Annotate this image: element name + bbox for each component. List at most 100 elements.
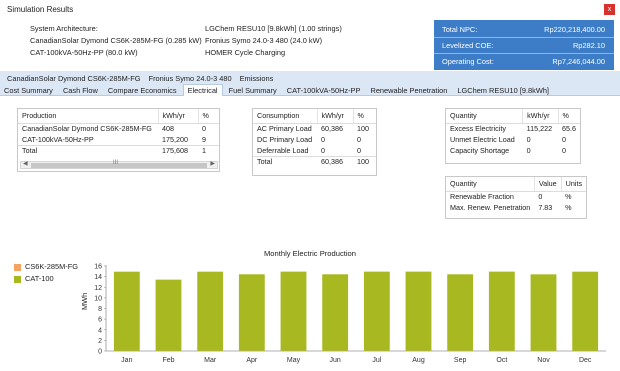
- scroll-right-icon[interactable]: ▶: [210, 160, 215, 167]
- table-row: DC Primary Load 0 0: [253, 134, 376, 145]
- y-tick-label: 8: [98, 306, 102, 313]
- operating-cost-label: Operating Cost:: [442, 57, 494, 66]
- legend-item-cat[interactable]: CAT-100: [14, 274, 78, 286]
- table-cell: 0: [321, 145, 325, 155]
- tab-battery[interactable]: LGChem RESU10 [9.8kWh]: [453, 85, 553, 97]
- tab-compare-economics[interactable]: Compare Economics: [104, 85, 181, 97]
- table-row-total: Total 175,608 1: [18, 144, 219, 156]
- table-cell: Total: [253, 155, 317, 167]
- tab-electrical[interactable]: Electrical: [182, 84, 223, 96]
- y-tick-label: 10: [94, 295, 102, 302]
- y-axis-label: MWh: [80, 292, 89, 310]
- y-tick-label: 4: [98, 327, 102, 334]
- column-header[interactable]: Production: [18, 109, 158, 124]
- table-cell: 100: [357, 124, 369, 134]
- column-header[interactable]: %: [352, 109, 376, 124]
- table-header-row: Quantity Value Units: [446, 177, 587, 192]
- y-tick-label: 12: [94, 285, 102, 292]
- scroll-left-icon[interactable]: ◀: [23, 160, 28, 167]
- table-cell: Max. Renew. Penetration: [450, 203, 531, 212]
- architecture-item: HOMER Cycle Charging: [205, 48, 286, 57]
- table-row: Excess Electricity 115,222 65.6: [446, 123, 580, 134]
- tab-cash-flow[interactable]: Cash Flow: [59, 85, 102, 97]
- bar-cat: [447, 274, 474, 351]
- total-npc-value: Rp220,218,400.00: [544, 25, 605, 34]
- table-cell: 60,386: [317, 155, 353, 167]
- bar-cat: [572, 271, 599, 351]
- levelized-coe-label: Levelized COE:: [442, 41, 494, 50]
- scrollbar-grip-icon: III: [113, 160, 119, 166]
- table-cell: DC Primary Load: [257, 135, 313, 144]
- table-header-row: Production kWh/yr %: [18, 109, 219, 124]
- table-cell: 0: [562, 135, 566, 144]
- consumption-table: Consumption kWh/yr % AC Primary Load 60,…: [252, 108, 377, 176]
- table-cell: Excess Electricity: [450, 124, 506, 134]
- column-header[interactable]: kWh/yr: [157, 109, 198, 124]
- architecture-item: Fronius Symo 24.0-3 480 (24.0 kW): [205, 36, 323, 45]
- table-cell: 408: [162, 124, 174, 134]
- table-header-row: Quantity kWh/yr %: [446, 109, 580, 124]
- tab-generator[interactable]: CAT-100kVA-50Hz-PP: [283, 85, 365, 97]
- tab-cost-summary[interactable]: Cost Summary: [0, 85, 57, 97]
- legend-swatch-solar: [14, 264, 21, 271]
- x-tick-label: Oct: [496, 357, 507, 364]
- legend-label-solar: CS6K-285M-FG: [25, 262, 78, 271]
- column-header[interactable]: Quantity: [446, 177, 535, 192]
- operating-cost-value: Rp7,246,044.00: [552, 57, 605, 66]
- tab-emissions[interactable]: Emissions: [240, 74, 274, 83]
- bar-cat: [322, 274, 349, 351]
- production-table: Production kWh/yr % CanadianSolar Dymond…: [17, 108, 220, 172]
- table-cell: %: [565, 203, 572, 212]
- x-tick-label: May: [287, 357, 301, 364]
- column-header[interactable]: kWh/yr: [522, 109, 558, 124]
- column-header[interactable]: Quantity: [446, 109, 523, 124]
- table-row: CanadianSolar Dymond CS6K-285M-FG 408 0: [18, 123, 219, 134]
- window-title: Simulation Results: [7, 5, 74, 14]
- scrollbar-thumb[interactable]: [31, 163, 207, 168]
- bar-cat: [488, 271, 515, 351]
- tab-solar-component[interactable]: CanadianSolar Dymond CS6K-285M-FG: [7, 74, 141, 83]
- close-button[interactable]: x: [604, 4, 615, 15]
- table-cell: 0: [526, 146, 531, 155]
- table-cell: Renewable Fraction: [450, 192, 514, 202]
- column-header[interactable]: %: [197, 109, 219, 124]
- table-row: Renewable Fraction 0 %: [446, 191, 586, 202]
- tab-renewable-penetration[interactable]: Renewable Penetration: [366, 85, 451, 97]
- table-cell: 9: [202, 134, 206, 144]
- excess-quantity-table: Quantity kWh/yr % Excess Electricity 115…: [445, 108, 581, 164]
- table-row: AC Primary Load 60,386 100: [253, 123, 376, 134]
- x-tick-label: Jun: [330, 357, 341, 364]
- component-tabs: CanadianSolar Dymond CS6K-285M-FG Froniu…: [7, 74, 279, 83]
- table-cell: 65.6: [562, 124, 576, 134]
- legend-item-solar[interactable]: CS6K-285M-FG: [14, 262, 78, 274]
- x-tick-label: Nov: [537, 357, 550, 364]
- architecture-item: CanadianSolar Dymond CS6K-285M-FG (0.285…: [30, 36, 202, 45]
- table-cell: CAT-100kVA-50Hz-PP: [22, 134, 94, 144]
- architecture-item: CAT-100kVA-50Hz-PP (80.0 kW): [30, 48, 138, 57]
- table-cell: Capacity Shortage: [450, 146, 510, 155]
- column-header[interactable]: %: [557, 109, 580, 124]
- horizontal-scrollbar[interactable]: ◀ III ▶: [20, 160, 218, 169]
- table-cell: 0: [357, 145, 361, 155]
- table-row: Capacity Shortage 0 0: [446, 145, 580, 156]
- operating-cost-row: Operating Cost: Rp7,246,044.00: [434, 54, 614, 69]
- table-cell: CanadianSolar Dymond CS6K-285M-FG: [22, 124, 152, 134]
- x-tick-label: Sep: [454, 357, 467, 364]
- table-cell: 175,200: [162, 134, 188, 144]
- column-header[interactable]: Consumption: [253, 109, 317, 124]
- table-cell: 0: [202, 124, 206, 134]
- column-header[interactable]: Value: [533, 177, 562, 192]
- table-cell: 100: [353, 155, 376, 167]
- chart-legend: CS6K-285M-FG CAT-100: [14, 262, 78, 286]
- table-row: CAT-100kVA-50Hz-PP 175,200 9: [18, 134, 219, 145]
- table-cell: 0: [526, 135, 531, 144]
- column-header[interactable]: Units: [560, 177, 587, 192]
- tab-inverter-component[interactable]: Fronius Symo 24.0-3 480: [149, 74, 232, 83]
- column-header[interactable]: kWh/yr: [316, 109, 353, 124]
- table-row: Unmet Electric Load 0 0: [446, 134, 580, 145]
- results-tabs: Cost Summary Cash Flow Compare Economics…: [0, 84, 553, 96]
- architecture-item: LGChem RESU10 [9.8kWh] (1.00 strings): [205, 24, 342, 33]
- bar-cat: [530, 274, 557, 351]
- bar-cat: [280, 271, 307, 351]
- tab-fuel-summary[interactable]: Fuel Summary: [225, 85, 281, 97]
